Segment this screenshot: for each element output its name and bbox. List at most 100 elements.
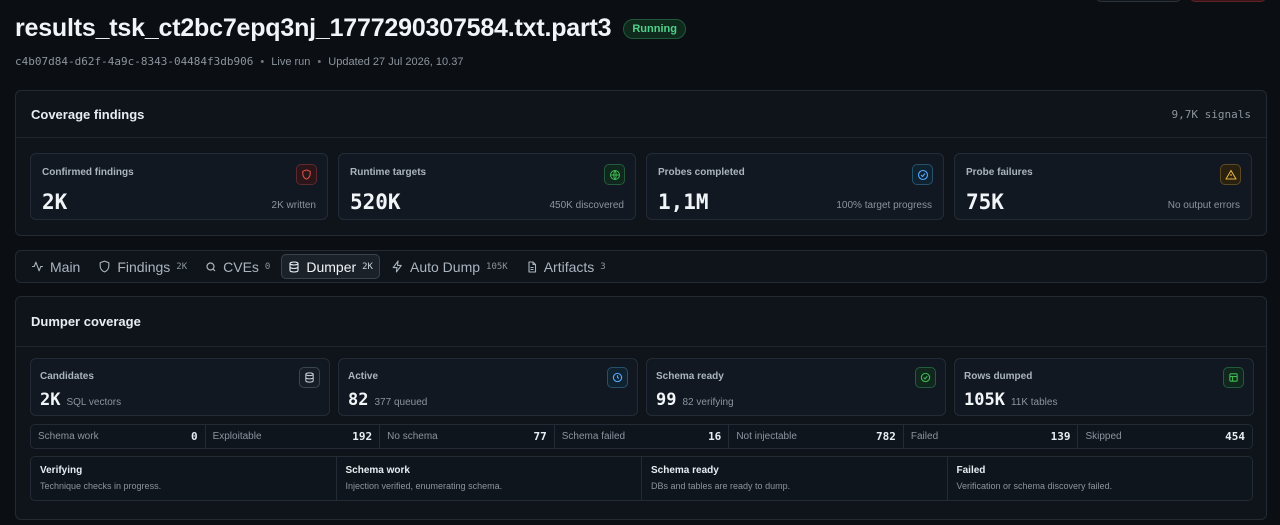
card-value: 1,1M bbox=[658, 190, 709, 214]
panel-title: Coverage findings bbox=[31, 106, 145, 122]
card-probe-failures[interactable]: Probe failures 75K No output errors bbox=[954, 153, 1252, 220]
stat-not-injectable[interactable]: Not injectable 782 bbox=[729, 425, 904, 448]
legend-title: Schema work bbox=[345, 465, 410, 476]
card-sub: No output errors bbox=[1167, 200, 1240, 211]
card-value: 75K bbox=[966, 190, 1004, 214]
card-confirmed-findings[interactable]: Confirmed findings 2K 2K written bbox=[30, 153, 328, 220]
dumper-coverage-panel: Dumper coverage Candidates 2K SQL vector… bbox=[15, 296, 1267, 520]
card-label: Probes completed bbox=[658, 167, 745, 178]
tab-artifacts[interactable]: Artifacts 3 bbox=[519, 254, 613, 279]
card-rows-dumped[interactable]: Rows dumped 105K 11K tables bbox=[954, 358, 1254, 416]
stat-label: Exploitable bbox=[212, 431, 262, 442]
legend-verifying: Verifying Technique checks in progress. bbox=[31, 457, 337, 500]
card-value-row: 2K SQL vectors bbox=[40, 390, 121, 410]
card-active[interactable]: Active 82 377 queued bbox=[338, 358, 638, 416]
tab-label: Findings bbox=[117, 258, 171, 275]
tab-label: CVEs bbox=[223, 258, 259, 275]
database-icon bbox=[299, 367, 320, 388]
card-value-row: 99 82 verifying bbox=[656, 390, 734, 410]
database-icon bbox=[289, 260, 299, 273]
legend-failed: Failed Verification or schema discovery … bbox=[947, 457, 1252, 500]
card-probes-completed[interactable]: Probes completed 1,1M 100% target progre… bbox=[646, 153, 944, 220]
stat-label: No schema bbox=[387, 431, 438, 442]
card-runtime-targets[interactable]: Runtime targets 520K 450K discovered bbox=[338, 153, 636, 220]
card-label: Candidates bbox=[40, 371, 94, 382]
check-circle-icon bbox=[912, 164, 933, 185]
bolt-icon bbox=[392, 260, 402, 273]
card-label: Rows dumped bbox=[964, 371, 1033, 382]
card-sub: 2K written bbox=[271, 200, 316, 211]
tab-auto-dump[interactable]: Auto Dump 105K bbox=[384, 254, 515, 279]
stat-label: Skipped bbox=[1085, 431, 1122, 442]
top-action-button[interactable] bbox=[1096, 0, 1181, 2]
legend-title: Schema ready bbox=[651, 465, 719, 476]
legend-schema-ready: Schema ready DBs and tables are ready to… bbox=[642, 457, 948, 500]
stat-exploitable[interactable]: Exploitable 192 bbox=[205, 425, 381, 448]
stat-value: 16 bbox=[708, 430, 722, 443]
legend-desc: Injection verified, enumerating schema. bbox=[345, 481, 503, 491]
page-header: results_tsk_ct2bc7epq3nj_1777290307584.t… bbox=[15, 14, 686, 43]
card-sub: 377 queued bbox=[374, 397, 428, 408]
tab-cves[interactable]: CVEs 0 bbox=[198, 254, 277, 279]
page-title: results_tsk_ct2bc7epq3nj_1777290307584.t… bbox=[15, 14, 612, 42]
card-value: 99 bbox=[656, 390, 677, 410]
tab-count: 0 bbox=[264, 261, 271, 272]
card-label: Runtime targets bbox=[350, 167, 427, 178]
stat-value: 782 bbox=[876, 430, 896, 443]
card-label: Schema ready bbox=[656, 371, 724, 382]
shield-icon bbox=[99, 260, 110, 273]
signals-count: 9,7K signals bbox=[1171, 107, 1251, 121]
card-candidates[interactable]: Candidates 2K SQL vectors bbox=[30, 358, 330, 416]
stat-failed[interactable]: Failed 139 bbox=[903, 425, 1079, 448]
dumper-stage-legend: Verifying Technique checks in progress. … bbox=[30, 456, 1253, 501]
shield-icon bbox=[296, 164, 317, 185]
top-danger-button[interactable] bbox=[1190, 0, 1266, 2]
tab-count: 2K bbox=[176, 261, 188, 272]
file-icon bbox=[528, 260, 536, 273]
legend-desc: DBs and tables are ready to dump. bbox=[651, 481, 791, 491]
stat-skipped[interactable]: Skipped 454 bbox=[1078, 425, 1252, 448]
tab-count: 2K bbox=[362, 261, 373, 272]
coverage-findings-panel: Coverage findings 9,7K signals Confirmed… bbox=[15, 90, 1267, 236]
stat-label: Schema failed bbox=[561, 431, 626, 442]
dumper-cards: Candidates 2K SQL vectors Active 82 377 … bbox=[30, 358, 1254, 416]
stat-value: 192 bbox=[352, 430, 373, 443]
tab-findings[interactable]: Findings 2K bbox=[91, 254, 194, 279]
clock-icon bbox=[607, 367, 628, 388]
activity-icon bbox=[32, 261, 43, 272]
dumper-status-strip: Schema work 0 Exploitable 192 No schema … bbox=[30, 424, 1253, 449]
card-sub: 11K tables bbox=[1010, 397, 1058, 408]
updated-time: Updated 27 Jul 2026, 10.37 bbox=[328, 55, 464, 68]
legend-schema-work: Schema work Injection verified, enumerat… bbox=[336, 457, 642, 500]
legend-desc: Verification or schema discovery failed. bbox=[956, 481, 1113, 491]
card-value-row: 105K 11K tables bbox=[964, 390, 1057, 410]
coverage-findings-header: Coverage findings 9,7K signals bbox=[16, 91, 1266, 138]
stat-label: Not injectable bbox=[736, 431, 797, 442]
card-value: 105K bbox=[964, 390, 1005, 410]
dumper-coverage-header: Dumper coverage bbox=[16, 297, 1266, 347]
tab-count: 105K bbox=[486, 261, 508, 272]
card-value: 2K bbox=[42, 190, 68, 214]
table-icon bbox=[1223, 367, 1244, 388]
card-value-row: 82 377 queued bbox=[348, 390, 427, 410]
stat-schema-failed[interactable]: Schema failed 16 bbox=[554, 425, 730, 448]
separator-dot: • bbox=[317, 55, 322, 68]
tab-label: Artifacts bbox=[543, 258, 595, 275]
stat-value: 139 bbox=[1050, 430, 1071, 443]
card-sub: 450K discovered bbox=[549, 200, 625, 211]
card-value: 2K bbox=[40, 390, 61, 410]
tab-label: Auto Dump bbox=[409, 258, 481, 275]
tab-main[interactable]: Main bbox=[24, 254, 87, 279]
stat-schema-work[interactable]: Schema work 0 bbox=[31, 425, 206, 448]
card-sub: 100% target progress bbox=[836, 200, 932, 211]
legend-title: Verifying bbox=[40, 465, 83, 476]
panel-title: Dumper coverage bbox=[31, 314, 141, 329]
card-schema-ready[interactable]: Schema ready 99 82 verifying bbox=[646, 358, 946, 416]
stat-no-schema[interactable]: No schema 77 bbox=[380, 425, 555, 448]
tab-dumper[interactable]: Dumper 2K bbox=[281, 254, 380, 279]
card-label: Active bbox=[348, 371, 379, 382]
run-meta: c4b07d84-d62f-4a9c-8343-04484f3db906 • L… bbox=[15, 55, 463, 68]
stat-label: Schema work bbox=[38, 431, 99, 442]
tab-bar: Main Findings 2K CVEs 0 Dumper 2K Auto D… bbox=[15, 250, 1267, 283]
job-id: c4b07d84-d62f-4a9c-8343-04484f3db906 bbox=[15, 55, 254, 68]
